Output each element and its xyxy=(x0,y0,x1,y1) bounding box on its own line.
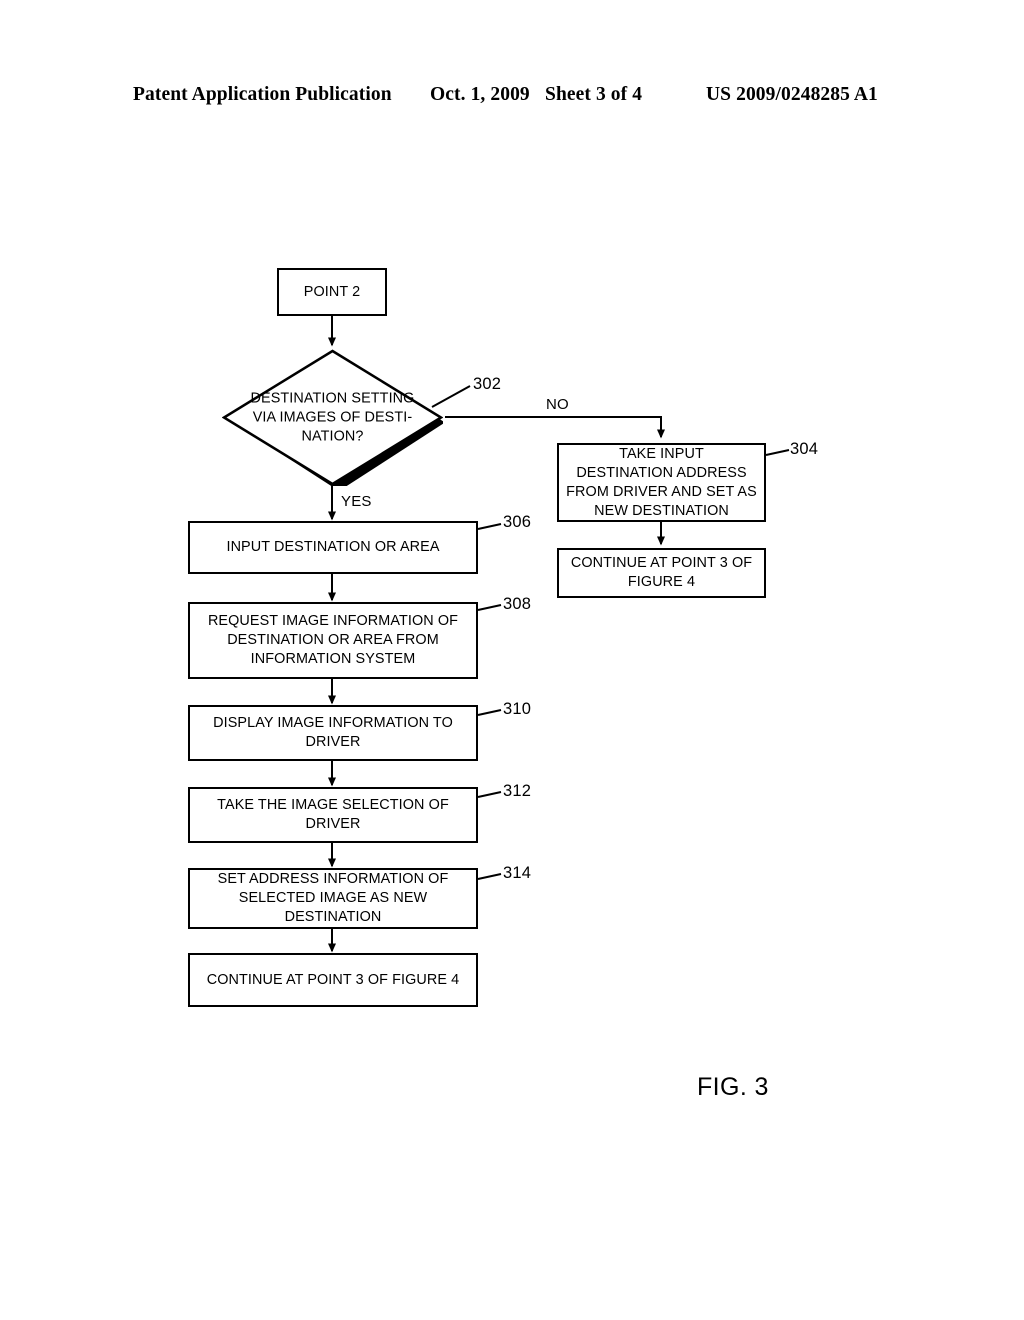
ref-numeral-304: 304 xyxy=(790,440,819,458)
node-308-label: REQUEST IMAGE INFORMATION OF DESTINATION… xyxy=(207,613,459,667)
node-continue-point-3-left[interactable]: CONTINUE AT POINT 3 OF FIGURE 4 xyxy=(188,953,483,1012)
node-continue-point-3-right[interactable]: CONTINUE AT POINT 3 OF FIGURE 4 xyxy=(557,548,771,603)
ref-numeral-308: 308 xyxy=(503,595,532,613)
figure-caption: FIG. 3 xyxy=(697,1073,769,1101)
node-314-label: SET ADDRESS INFORMATION OF SELECTED IMAG… xyxy=(217,871,449,925)
branch-label-no: NO xyxy=(546,396,569,413)
node-decision-destination-setting[interactable]: DESTINATION SETTING VIA IMAGES OF DESTI-… xyxy=(222,349,443,486)
ref-numeral-302: 302 xyxy=(473,375,502,393)
node-316-label: CONTINUE AT POINT 3 OF FIGURE 4 xyxy=(206,971,460,988)
node-306-label: INPUT DESTINATION OR AREA xyxy=(226,539,440,555)
node-point-2-label: POINT 2 xyxy=(303,283,361,300)
ref-numeral-306: 306 xyxy=(503,513,532,531)
node-take-input-destination-address[interactable]: TAKE INPUT DESTINATION ADDRESS FROM DRIV… xyxy=(557,443,771,527)
flowchart-connectors xyxy=(328,316,790,953)
node-input-destination-or-area[interactable]: INPUT DESTINATION OR AREA xyxy=(188,521,483,579)
node-304-label: TAKE INPUT DESTINATION ADDRESS FROM DRIV… xyxy=(566,445,757,519)
ref-numeral-314: 314 xyxy=(503,864,532,882)
ref-numeral-312: 312 xyxy=(503,782,532,800)
branch-label-yes: YES xyxy=(341,493,372,510)
node-set-address-information[interactable]: SET ADDRESS INFORMATION OF SELECTED IMAG… xyxy=(188,868,483,934)
node-310-label: DISPLAY IMAGE INFORMATION TO DRIVER xyxy=(213,715,453,750)
node-point-2[interactable]: POINT 2 xyxy=(277,268,392,321)
node-304b-label: CONTINUE AT POINT 3 OF FIGURE 4 xyxy=(570,555,753,590)
node-display-image-information[interactable]: DISPLAY IMAGE INFORMATION TO DRIVER xyxy=(188,705,483,766)
node-request-image-information[interactable]: REQUEST IMAGE INFORMATION OF DESTINATION… xyxy=(188,602,483,684)
flowchart-figure: POINT 2 DESTINATION SETTING VIA IMAGES O… xyxy=(0,0,1024,1320)
ref-numeral-310: 310 xyxy=(503,700,532,718)
node-take-image-selection[interactable]: TAKE THE IMAGE SELECTION OF DRIVER xyxy=(188,787,483,848)
node-312-label: TAKE THE IMAGE SELECTION OF DRIVER xyxy=(217,797,449,832)
node-decision-label: DESTINATION SETTING VIA IMAGES OF DESTI-… xyxy=(250,390,415,444)
